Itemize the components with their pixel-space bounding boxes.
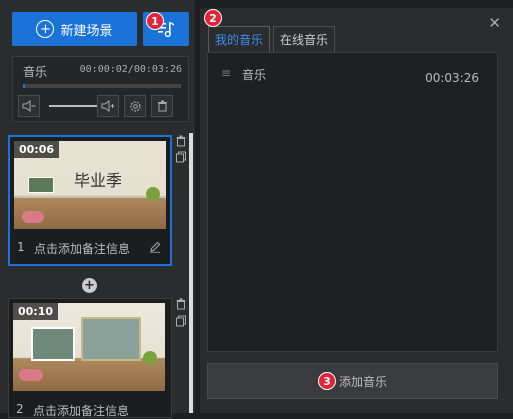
new-scene-button[interactable]: + 新建场景 — [12, 12, 137, 46]
volume-down-icon — [22, 100, 36, 112]
thumbnail-plant — [146, 187, 160, 201]
scene-title: 毕业季 — [74, 171, 123, 190]
tab-label: 我的音乐 — [215, 33, 264, 47]
scene-duration: 00:10 — [13, 303, 59, 320]
music-list: ≡ 音乐 00:03:26 — [207, 52, 498, 352]
pencil-icon[interactable] — [149, 241, 161, 253]
copy-icon[interactable] — [175, 315, 187, 327]
scene-thumbnail[interactable]: 毕业季 00:06 — [14, 141, 166, 229]
thumbnail-photo — [31, 327, 75, 361]
audio-name: 音乐 — [23, 65, 48, 79]
volume-up-button[interactable] — [97, 95, 119, 117]
plus-icon: + — [84, 278, 95, 293]
tab-my-music[interactable]: 我的音乐 — [208, 26, 271, 52]
audio-time: 00:00:02/00:03:26 — [79, 64, 182, 75]
close-icon[interactable]: ✕ — [488, 14, 501, 32]
scene-note-input[interactable]: 点击添加备注信息 — [33, 402, 129, 419]
scene-caption-row[interactable]: 2 点击添加备注信息 — [13, 399, 165, 419]
audio-settings-button[interactable] — [124, 95, 146, 117]
thumbnail-photo — [28, 177, 54, 193]
music-list-item[interactable]: ≡ 音乐 00:03:26 — [208, 53, 497, 97]
gear-icon — [129, 100, 141, 112]
tab-online-music[interactable]: 在线音乐 — [273, 26, 336, 52]
scene-card[interactable]: 毕业季 00:06 1 点击添加备注信息 — [8, 135, 172, 266]
tab-label: 在线音乐 — [280, 33, 329, 47]
volume-slider[interactable] — [49, 105, 103, 107]
thumbnail-flowers — [19, 369, 43, 381]
music-item-duration: 00:03:26 — [425, 71, 479, 85]
scene-thumbnail[interactable]: 00:10 — [13, 303, 165, 391]
add-music-button[interactable]: 3 添加音乐 — [207, 363, 498, 399]
music-panel-topbar — [200, 0, 513, 8]
add-scene-button[interactable]: + — [82, 278, 97, 293]
thumbnail-plant — [143, 351, 157, 365]
scene-panel: + 新建场景 1 音乐 00:00:02/00:03:26 毕业季 00:06 … — [0, 0, 195, 418]
volume-up-icon — [101, 100, 115, 112]
audio-progress-fill — [23, 84, 25, 88]
trash-icon[interactable] — [175, 135, 187, 147]
drag-handle-icon[interactable]: ≡ — [221, 66, 231, 80]
plus-circle-icon: + — [36, 20, 55, 38]
step-badge-3: 3 — [317, 372, 336, 390]
scene-caption-row[interactable]: 1 点击添加备注信息 — [14, 237, 166, 257]
scene-scrollbar[interactable] — [189, 133, 193, 413]
add-music-label: 添加音乐 — [338, 374, 387, 389]
scene-index: 1 — [17, 240, 25, 254]
copy-icon[interactable] — [175, 151, 187, 163]
scene-note-input[interactable]: 点击添加备注信息 — [34, 240, 130, 257]
new-scene-label: 新建场景 — [60, 23, 113, 39]
trash-icon — [157, 100, 167, 112]
audio-track-box: 音乐 00:00:02/00:03:26 — [12, 56, 189, 122]
music-panel: 我的音乐 在线音乐 2 ✕ ≡ 音乐 00:03:26 3 添加音乐 — [200, 0, 513, 413]
step-badge-1: 1 — [146, 12, 164, 30]
music-item-name: 音乐 — [242, 68, 267, 82]
trash-icon[interactable] — [175, 298, 187, 310]
thumbnail-photo — [81, 317, 141, 361]
step-badge-2: 2 — [204, 9, 222, 27]
thumbnail-flowers — [22, 211, 44, 223]
scene-duration: 00:06 — [14, 141, 60, 158]
audio-delete-button[interactable] — [151, 95, 173, 117]
scene-index: 2 — [16, 402, 24, 416]
volume-down-button[interactable] — [18, 95, 40, 117]
audio-progress-bar[interactable] — [23, 84, 181, 88]
scene-card[interactable]: 00:10 2 点击添加备注信息 — [8, 298, 172, 418]
thumbnail-shelf — [14, 196, 166, 198]
